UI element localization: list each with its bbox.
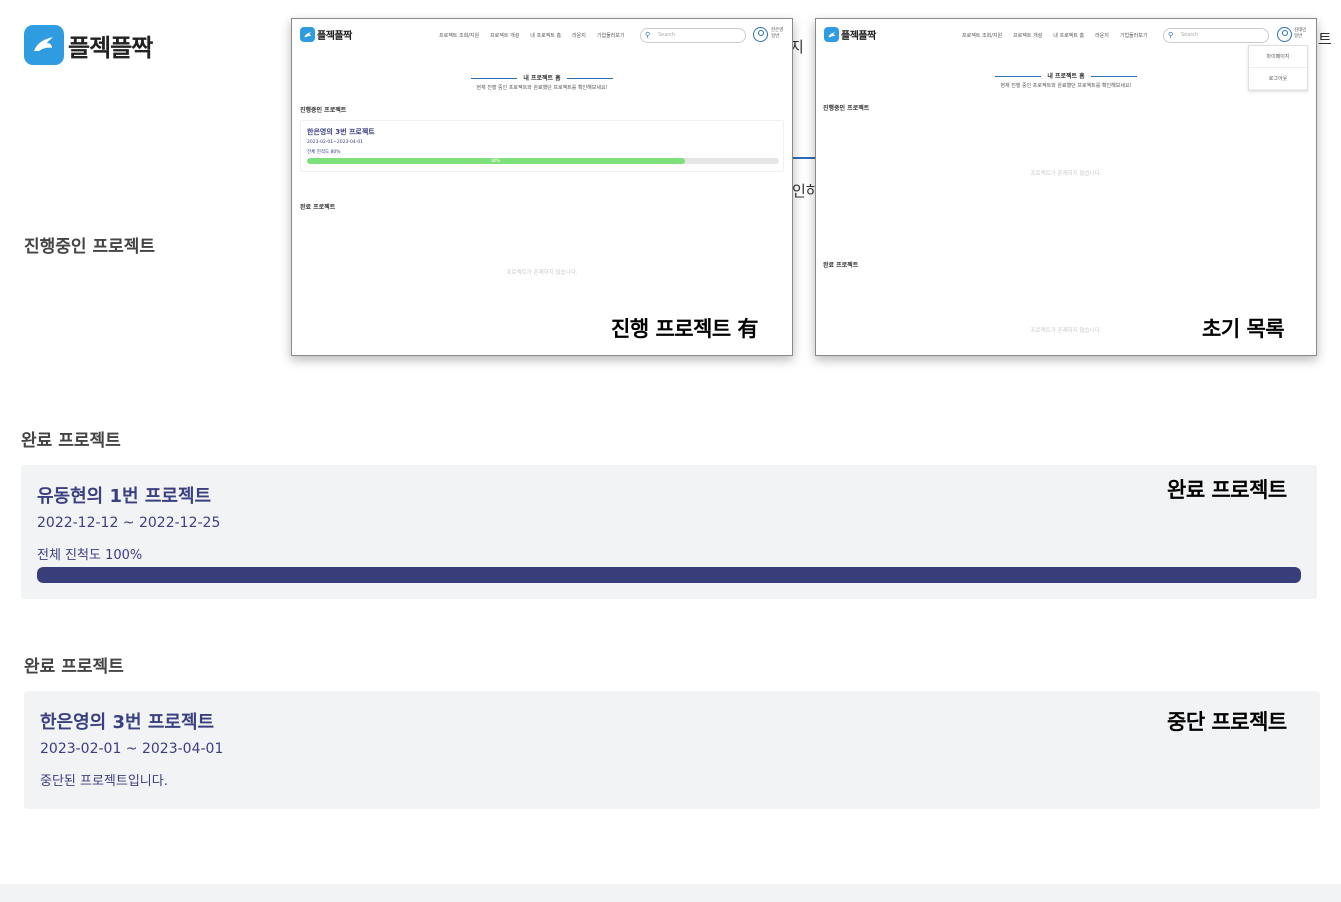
mini-navbar: 플젝플짝 프로젝트 조회/지원 프로젝트 개설 내 프로젝트 홈 라운지 기업둘… (292, 19, 792, 53)
project-progress-bar (37, 567, 1301, 583)
project-progress-text: 전체 진척도 100% (37, 548, 143, 563)
mini-project-card[interactable]: 한은영의 3번 프로젝트 2023-02-01~2023-04-01 전체 진척… (300, 120, 784, 172)
project-dates: 2022-12-12 ~ 2022-12-25 (37, 515, 221, 531)
menu-item-lounge[interactable]: 라운지 (1095, 32, 1109, 39)
mini-page-heading: 내 프로젝트 홈 (292, 73, 792, 82)
mini-project-progress-text: 전체 진척도 80% (307, 150, 341, 155)
search-icon: ⚲ (645, 31, 651, 39)
stopped-project-card[interactable]: 한은영의 3번 프로젝트 2023-02-01 ~ 2023-04-01 중단된… (24, 691, 1320, 809)
menu-item-browse[interactable]: 프로젝트 조회/지원 (962, 32, 1002, 39)
menu-item-create[interactable]: 프로젝트 개설 (1013, 32, 1042, 39)
mini-progress-bar: 80% (307, 158, 779, 164)
mini-search-input[interactable]: ⚲ Search (1163, 28, 1269, 43)
search-icon: ⚲ (1168, 31, 1174, 39)
mini-empty-message: 프로젝트가 존재하지 않습니다. (1030, 171, 1102, 177)
screenshot-caption: 진행 프로젝트 有 (611, 317, 759, 341)
project-progress-fill (37, 567, 1301, 583)
mini-page-subheading: 현재 진행 중인 프로젝트와 완료했던 프로젝트를 확인해보세요! (1000, 83, 1132, 89)
rabbit-logo-icon (824, 27, 839, 42)
completed-section-title: 완료 프로젝트 (21, 431, 121, 451)
dropdown-item-mypage[interactable]: 마이페이지 (1249, 46, 1307, 68)
mini-empty-message: 프로젝트가 존재하지 않습니다. (506, 270, 578, 276)
mini-brand-name: 플젝플짝 (317, 31, 352, 42)
mini-user-info: 김태민 일반 (1294, 28, 1306, 40)
card-caption: 중단 프로젝트 (1167, 710, 1287, 734)
mini-brand-logo[interactable]: 플젝플짝 (824, 27, 876, 42)
mini-in-progress-title: 진행중인 프로젝트 (300, 107, 347, 114)
brand-logo[interactable]: 플젝플짝 (24, 25, 153, 65)
screenshot-with-project: 플젝플짝 프로젝트 조회/지원 프로젝트 개설 내 프로젝트 홈 라운지 기업둘… (291, 18, 793, 356)
project-status-text: 중단된 프로젝트입니다. (40, 774, 168, 789)
in-progress-section-title: 진행중인 프로젝트 (24, 237, 156, 257)
menu-item-my-home[interactable]: 내 프로젝트 홈 (1053, 32, 1084, 39)
background-divider (792, 157, 816, 159)
project-name[interactable]: 한은영의 3번 프로젝트 (40, 708, 214, 734)
menu-item-browse[interactable]: 프로젝트 조회/지원 (439, 32, 479, 39)
completed-project-card[interactable]: 유동현의 1번 프로젝트 2022-12-12 ~ 2022-12-25 전체 … (21, 465, 1317, 599)
user-role: 일반 (771, 34, 780, 39)
project-name[interactable]: 유동현의 1번 프로젝트 (37, 482, 211, 508)
stopped-section-title: 완료 프로젝트 (24, 657, 124, 677)
mini-brand-logo[interactable]: 플젝플짝 (300, 27, 352, 42)
mini-menu: 프로젝트 조회/지원 프로젝트 개설 내 프로젝트 홈 라운지 기업둘러보기 (962, 32, 1147, 39)
avatar-icon[interactable] (1277, 27, 1292, 42)
avatar-icon[interactable] (753, 27, 768, 42)
menu-item-companies[interactable]: 기업둘러보기 (1120, 32, 1148, 39)
menu-item-my-home[interactable]: 내 프로젝트 홈 (530, 32, 561, 39)
mini-menu: 프로젝트 조회/지원 프로젝트 개설 내 프로젝트 홈 라운지 기업둘러보기 (439, 32, 624, 39)
project-dates: 2023-02-01 ~ 2023-04-01 (40, 741, 224, 757)
mini-completed-title: 완료 프로젝트 (823, 262, 859, 269)
menu-item-create[interactable]: 프로젝트 개설 (490, 32, 519, 39)
mini-completed-title: 완료 프로젝트 (300, 204, 336, 211)
search-placeholder: Search (1181, 32, 1199, 38)
screenshot-caption: 초기 목록 (1202, 317, 1285, 341)
mini-in-progress-title: 진행중인 프로젝트 (823, 105, 870, 112)
background-text-fragment: 트 (1318, 30, 1332, 48)
mini-project-dates: 2023-02-01~2023-04-01 (307, 140, 364, 145)
mini-search-input[interactable]: ⚲ Search (640, 28, 746, 43)
mini-progress-fill: 80% (307, 158, 685, 164)
card-caption: 완료 프로젝트 (1167, 478, 1287, 502)
search-placeholder: Search (658, 32, 676, 38)
mini-brand-name: 플젝플짝 (841, 31, 876, 42)
mini-project-name: 한은영의 3번 프로젝트 (307, 128, 375, 136)
rabbit-logo-icon (300, 27, 315, 42)
brand-name: 플젝플짝 (68, 33, 153, 62)
rabbit-logo-icon (24, 25, 64, 65)
user-role: 일반 (1294, 34, 1303, 39)
mini-user-info: 한은영 일반 (771, 28, 783, 40)
mini-page-heading: 내 프로젝트 홈 (816, 71, 1316, 80)
screenshot-initial-list: 플젝플짝 프로젝트 조회/지원 프로젝트 개설 내 프로젝트 홈 라운지 기업둘… (815, 18, 1317, 356)
menu-item-companies[interactable]: 기업둘러보기 (597, 32, 625, 39)
mini-navbar: 플젝플짝 프로젝트 조회/지원 프로젝트 개설 내 프로젝트 홈 라운지 기업둘… (816, 19, 1316, 53)
mini-page-subheading: 현재 진행 중인 프로젝트와 완료했던 프로젝트를 확인해보세요! (476, 85, 608, 91)
menu-item-lounge[interactable]: 라운지 (572, 32, 586, 39)
footer-band (0, 884, 1341, 902)
